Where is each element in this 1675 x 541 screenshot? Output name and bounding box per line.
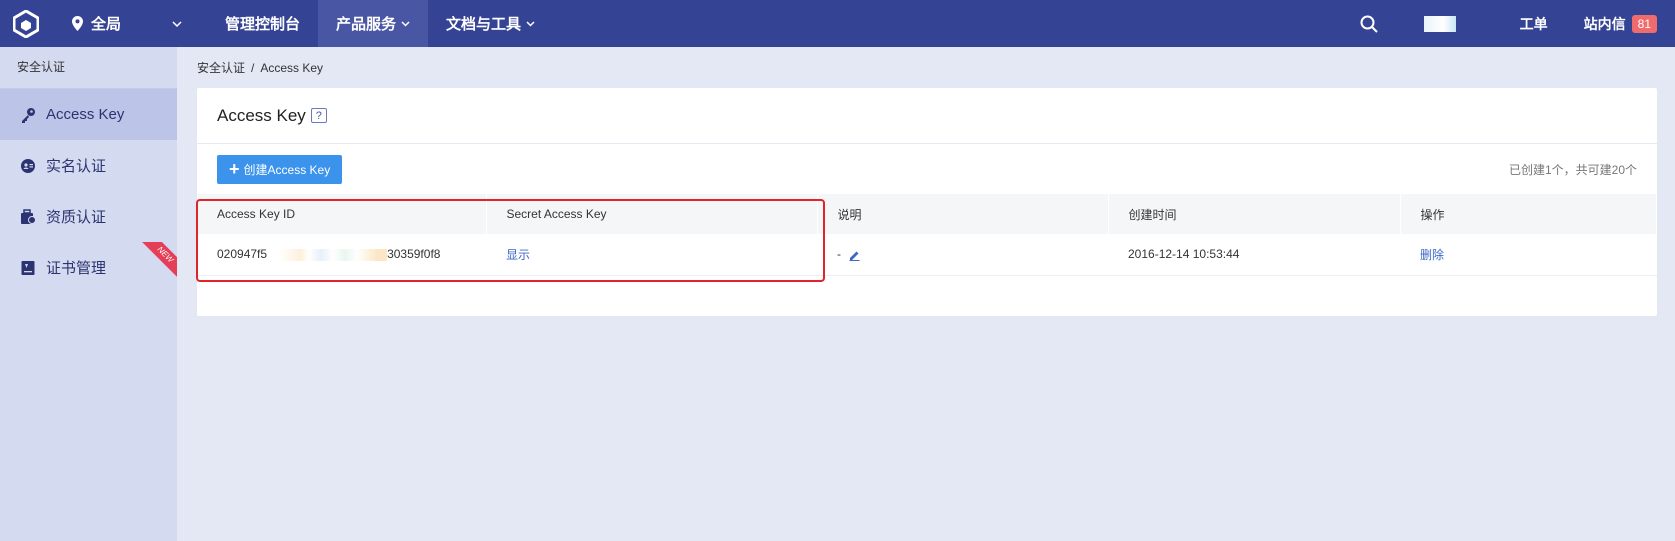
id-card-icon xyxy=(20,158,36,174)
column-header-description: 说明 xyxy=(817,194,1109,234)
column-header-secret: Secret Access Key xyxy=(486,194,818,234)
panel-toolbar: + 创建Access Key 已创建1个，共可建20个 xyxy=(197,144,1657,194)
breadcrumb: 安全认证 / Access Key xyxy=(197,59,323,76)
actions-cell: 删除 xyxy=(1400,234,1657,275)
breadcrumb-parent[interactable]: 安全认证 xyxy=(197,61,245,75)
delete-link[interactable]: 删除 xyxy=(1420,248,1444,262)
chevron-down-icon xyxy=(401,20,410,27)
sidebar-item-label: 资质认证 xyxy=(46,209,107,226)
location-pin-icon xyxy=(72,16,83,31)
briefcase-icon xyxy=(20,208,36,225)
messages-label: 站内信 xyxy=(1583,15,1626,32)
create-access-key-button[interactable]: + 创建Access Key xyxy=(217,154,343,184)
sidebar-item-real-name[interactable]: 实名认证 xyxy=(0,140,177,191)
access-key-table: Access Key ID Secret Access Key 说明 创建时间 … xyxy=(197,194,1657,276)
column-header-actions: 操作 xyxy=(1400,194,1657,234)
message-count-badge: 81 xyxy=(1631,14,1657,33)
table-header-row: Access Key ID Secret Access Key 说明 创建时间 … xyxy=(197,194,1657,234)
description-value: - xyxy=(837,247,841,262)
sidebar-item-label: 证书管理 xyxy=(46,260,107,277)
logo[interactable] xyxy=(0,0,52,47)
page-title: Access Key xyxy=(217,105,306,125)
pencil-icon[interactable] xyxy=(849,250,860,261)
create-button-label: 创建Access Key xyxy=(243,162,331,177)
messages-link[interactable]: 站内信 81 xyxy=(1584,14,1657,34)
breadcrumb-separator: / xyxy=(251,61,255,75)
search-icon[interactable] xyxy=(1360,14,1380,34)
top-navigation-bar: 全局 管理控制台 产品服务 文档与工具 工单 站内信 81 xyxy=(0,0,1675,47)
nav-docs-label: 文档与工具 xyxy=(446,16,522,33)
region-label: 全局 xyxy=(91,16,122,33)
sidebar-item-label: 实名认证 xyxy=(46,158,107,175)
sidebar-header: 安全认证 xyxy=(0,47,177,89)
nav-docs-tools[interactable]: 文档与工具 xyxy=(428,0,553,47)
access-key-id-cell: 020947f5 30359f0f8 xyxy=(197,234,486,275)
sidebar-item-qualification[interactable]: 资质认证 xyxy=(0,191,177,242)
description-cell: - xyxy=(817,234,1108,275)
cube-logo-icon xyxy=(13,9,39,38)
breadcrumb-current: Access Key xyxy=(260,61,324,75)
chevron-down-icon xyxy=(526,20,535,27)
ticket-link[interactable]: 工单 xyxy=(1520,14,1548,34)
show-secret-link[interactable]: 显示 xyxy=(506,248,530,262)
top-right-actions: 工单 站内信 81 xyxy=(1360,0,1675,47)
quota-text: 已创建1个，共可建20个 xyxy=(1508,162,1637,177)
certificate-icon xyxy=(20,260,36,276)
nav-console[interactable]: 管理控制台 xyxy=(207,0,318,47)
nav-products[interactable]: 产品服务 xyxy=(318,0,429,47)
access-key-id-suffix: 30359f0f8 xyxy=(387,247,441,262)
sidebar-item-access-key[interactable]: Access Key xyxy=(0,89,177,140)
sidebar: 安全认证 Access Key 实名认证 资质认证 证书管理 NEW xyxy=(0,47,177,541)
top-nav: 管理控制台 产品服务 文档与工具 xyxy=(207,0,553,47)
panel-header: Access Key ? xyxy=(197,88,1657,144)
nav-console-label: 管理控制台 xyxy=(225,16,301,33)
new-badge: NEW xyxy=(138,242,177,282)
access-key-panel: Access Key ? + 创建Access Key 已创建1个，共可建20个… xyxy=(197,88,1657,316)
nav-products-label: 产品服务 xyxy=(336,16,397,33)
access-key-id-prefix: 020947f5 xyxy=(217,247,268,262)
sidebar-item-certificates[interactable]: 证书管理 NEW xyxy=(0,242,177,293)
chevron-down-icon xyxy=(172,20,182,27)
redacted-block xyxy=(267,249,388,262)
column-header-access-key-id: Access Key ID xyxy=(197,194,487,234)
help-icon[interactable]: ? xyxy=(310,108,327,123)
column-header-created: 创建时间 xyxy=(1108,194,1401,234)
table-row: 020947f5 30359f0f8 显示 - 2016-12-14 10:53:… xyxy=(197,234,1657,275)
region-selector[interactable]: 全局 xyxy=(52,0,192,47)
user-avatar[interactable] xyxy=(1423,15,1456,32)
created-time-cell: 2016-12-14 10:53:44 xyxy=(1128,247,1240,262)
sidebar-item-label: Access Key xyxy=(46,106,125,123)
secret-cell: 显示 xyxy=(486,234,817,275)
plus-icon: + xyxy=(229,159,240,179)
key-icon xyxy=(20,107,36,123)
